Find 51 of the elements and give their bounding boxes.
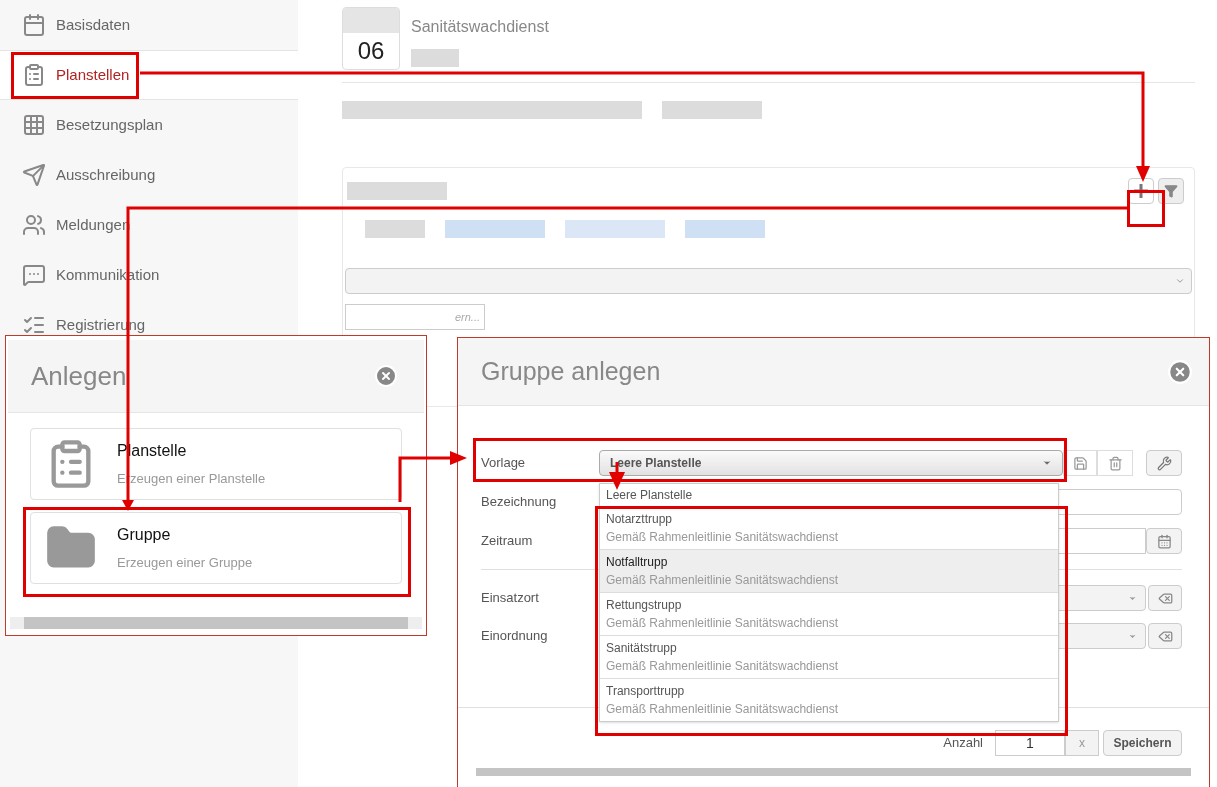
calendar-icon bbox=[22, 13, 46, 37]
dropdown-option[interactable]: Leere Planstelle bbox=[600, 484, 1058, 506]
sidebar-item[interactable]: Ausschreibung bbox=[0, 150, 298, 200]
chat-icon bbox=[22, 263, 46, 287]
dialog-title: Anlegen bbox=[31, 359, 127, 393]
scrollbar[interactable] bbox=[476, 768, 1191, 776]
date-tile: 06 bbox=[342, 7, 400, 70]
page-title: Sanitätswachdienst bbox=[411, 17, 549, 37]
users-icon bbox=[22, 213, 46, 237]
dropdown-option[interactable]: Notarzttrupp Gemäß Rahmenleitlinie Sanitätswachdienst bbox=[600, 506, 1058, 549]
caret-icon bbox=[1042, 458, 1052, 468]
backspace-icon bbox=[1157, 628, 1173, 644]
field-label: Einordnung bbox=[481, 627, 549, 646]
dialog-title: Gruppe anlegen bbox=[481, 355, 661, 387]
field-label: Vorlage bbox=[481, 454, 527, 473]
paper-plane-icon bbox=[22, 163, 46, 187]
field-label: Einsatzort bbox=[481, 589, 540, 608]
dropdown-option[interactable]: Rettungstrupp Gemäß Rahmenleitlinie Sanitätswachdienst bbox=[600, 592, 1058, 635]
dropdown-option[interactable]: Sanitätstrupp Gemäß Rahmenleitlinie Sanitätswachdienst bbox=[600, 635, 1058, 678]
select-field[interactable] bbox=[345, 268, 1192, 294]
scrollbar[interactable] bbox=[10, 617, 422, 629]
backspace-icon bbox=[1157, 590, 1173, 606]
clear-button[interactable] bbox=[1148, 585, 1182, 611]
close-icon[interactable] bbox=[374, 364, 398, 388]
save-button[interactable] bbox=[1063, 450, 1097, 476]
sidebar-item[interactable]: Basisdaten bbox=[0, 0, 298, 50]
option-card[interactable]: Gruppe Erzeugen einer Gruppe bbox=[30, 512, 402, 584]
clear-button[interactable] bbox=[1148, 623, 1182, 649]
field-label: Zeitraum bbox=[481, 532, 534, 551]
redacted-text bbox=[411, 49, 459, 67]
field-label: Bezeichnung bbox=[481, 493, 558, 512]
clipboard-icon bbox=[22, 63, 46, 87]
save-button[interactable]: Speichern bbox=[1103, 730, 1182, 756]
count-label: Anzahl bbox=[943, 734, 983, 753]
wrench-icon bbox=[1156, 455, 1172, 471]
settings-button[interactable] bbox=[1146, 450, 1182, 476]
highlight-frame bbox=[1127, 190, 1165, 227]
calendar-icon bbox=[1156, 533, 1172, 549]
close-icon[interactable] bbox=[1167, 358, 1193, 385]
template-select[interactable]: Leere Planstelle bbox=[599, 450, 1063, 476]
sidebar-item[interactable]: Besetzungsplan bbox=[0, 100, 298, 150]
redacted-text bbox=[365, 220, 425, 238]
delete-button[interactable] bbox=[1097, 450, 1133, 476]
calendar-button[interactable] bbox=[1146, 528, 1182, 554]
filter-icon bbox=[1164, 184, 1178, 198]
count-field[interactable]: 1 bbox=[995, 730, 1065, 756]
grid-icon bbox=[22, 113, 46, 137]
dropdown-option[interactable]: Notfalltrupp Gemäß Rahmenleitlinie Sanitätswachdienst bbox=[600, 549, 1058, 592]
dropdown-option[interactable]: Transporttrupp Gemäß Rahmenleitlinie Sanitätswachdienst bbox=[600, 678, 1058, 721]
trash-icon bbox=[1107, 455, 1123, 471]
caret-icon bbox=[1175, 276, 1185, 286]
